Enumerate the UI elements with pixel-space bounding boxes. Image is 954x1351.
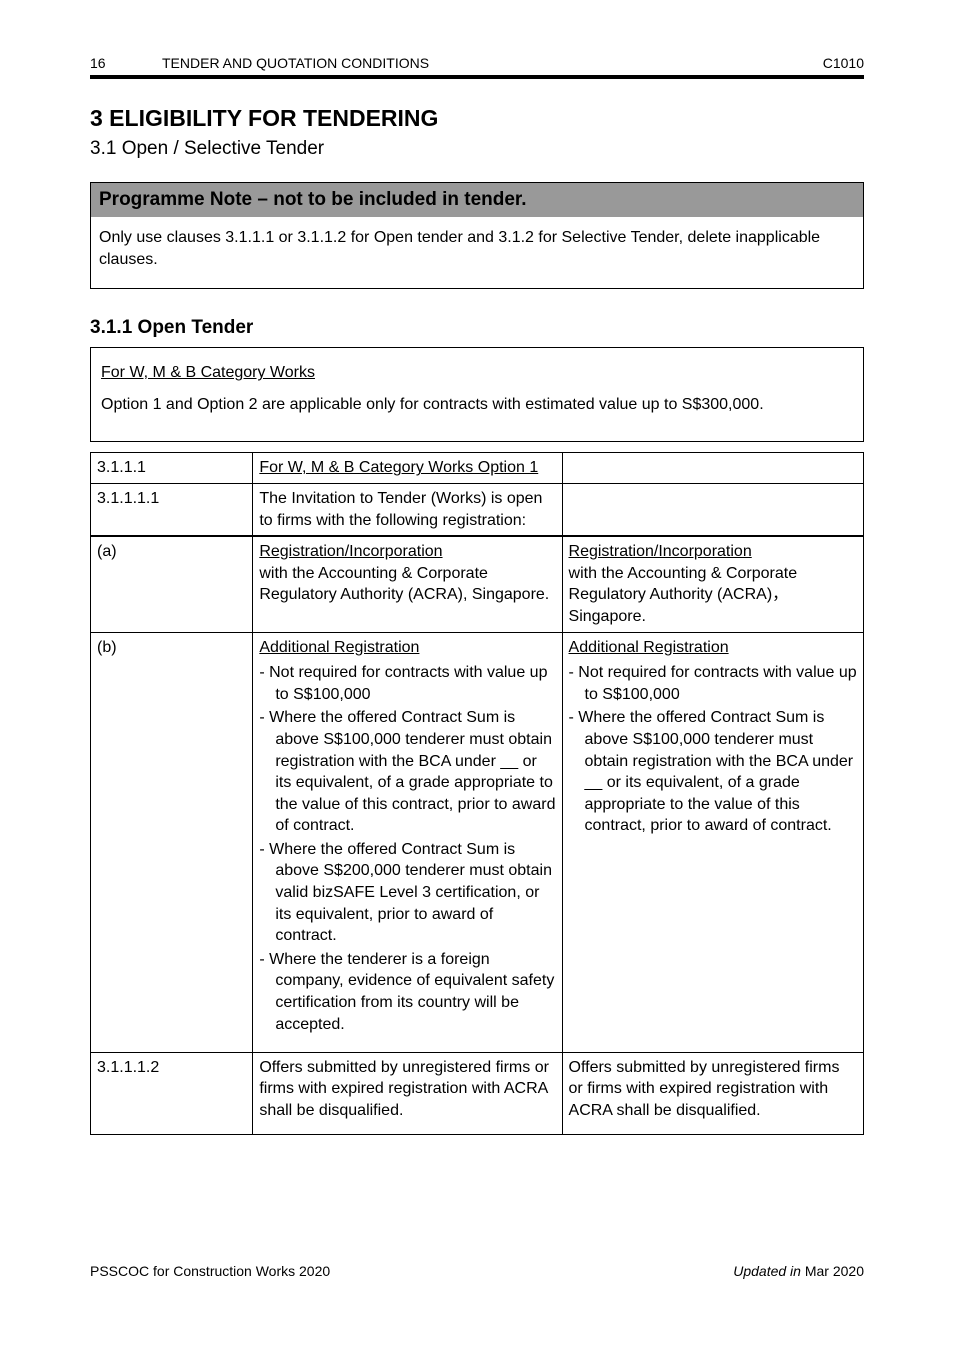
list-item: Not required for contracts with value up… bbox=[585, 662, 857, 705]
note-box: For W, M & B Category Works Option 1 and… bbox=[90, 347, 864, 442]
header-section: TENDER AND QUOTATION CONDITIONS bbox=[162, 55, 429, 71]
footer-left: PSSCOC for Construction Works 2020 bbox=[90, 1263, 330, 1279]
section-title: 3.1.1 Open Tender bbox=[90, 317, 864, 339]
cell bbox=[562, 483, 863, 536]
clause-sub: (b) bbox=[97, 637, 135, 659]
list-item: Where the offered Contract Sum is above … bbox=[275, 707, 555, 837]
cell: Offers submitted by unregistered firms o… bbox=[253, 1052, 562, 1134]
bullet-list: Not required for contracts with value up… bbox=[569, 662, 857, 837]
cell-label: Registration/Incorporation bbox=[569, 543, 752, 560]
header-code: C1010 bbox=[823, 55, 864, 71]
programme-note-body: Only use clauses 3.1.1.1 or 3.1.1.2 for … bbox=[91, 217, 863, 288]
clause-number: 3.1.1.1 bbox=[97, 459, 146, 476]
cell-label: Additional Registration bbox=[569, 639, 729, 656]
cell bbox=[562, 453, 863, 484]
table-row: 3.1.1.1 For W, M & B Category Works Opti… bbox=[91, 453, 864, 484]
table-row: 3.1.1.1.2 Offers submitted by unregister… bbox=[91, 1052, 864, 1134]
table-row: 3.1.1.1.1 The Invitation to Tender (Work… bbox=[91, 483, 864, 536]
list-item: Where the tenderer is a foreign company,… bbox=[275, 949, 555, 1035]
clause-number: 3.1.1.1.1 bbox=[97, 490, 159, 507]
list-item: Where the offered Contract Sum is above … bbox=[275, 839, 555, 947]
page-number: 16 bbox=[90, 55, 126, 71]
cell-body: with the Accounting & Corporate Regulato… bbox=[259, 565, 549, 604]
programme-note-heading: Programme Note – not to be included in t… bbox=[91, 183, 863, 217]
clause-sub: (a) bbox=[97, 541, 135, 563]
footer-right: Updated in Mar 2020 bbox=[733, 1263, 864, 1279]
note-line2: Option 1 and Option 2 are applicable onl… bbox=[101, 394, 853, 416]
doc-title: 3 ELIGIBILITY FOR TENDERING bbox=[90, 105, 864, 132]
programme-note: Programme Note – not to be included in t… bbox=[90, 182, 864, 289]
cell-label: Registration/Incorporation bbox=[259, 543, 442, 560]
spec-table: 3.1.1.1 For W, M & B Category Works Opti… bbox=[90, 452, 864, 1134]
note-line1: For W, M & B Category Works bbox=[101, 364, 315, 381]
cell-body: with the Accounting & Corporate Regulato… bbox=[569, 565, 798, 625]
cell: Offers submitted by unregistered firms o… bbox=[562, 1052, 863, 1134]
cell: The Invitation to Tender (Works) is open… bbox=[253, 483, 562, 536]
clause-number: 3.1.1.1.2 bbox=[97, 1059, 159, 1076]
page-footer: PSSCOC for Construction Works 2020 Updat… bbox=[90, 1263, 864, 1279]
page-header: 16 TENDER AND QUOTATION CONDITIONS C1010 bbox=[90, 55, 864, 79]
cell: For W, M & B Category Works Option 1 bbox=[259, 459, 538, 476]
table-row: (a) Registration/Incorporation with the … bbox=[91, 536, 864, 632]
list-item: Not required for contracts with value up… bbox=[275, 662, 555, 705]
doc-subtitle: 3.1 Open / Selective Tender bbox=[90, 138, 864, 160]
table-row: (b) Additional Registration Not required… bbox=[91, 632, 864, 1052]
bullet-list: Not required for contracts with value up… bbox=[259, 662, 555, 1035]
list-item: Where the offered Contract Sum is above … bbox=[585, 707, 857, 837]
cell-label: Additional Registration bbox=[259, 639, 419, 656]
